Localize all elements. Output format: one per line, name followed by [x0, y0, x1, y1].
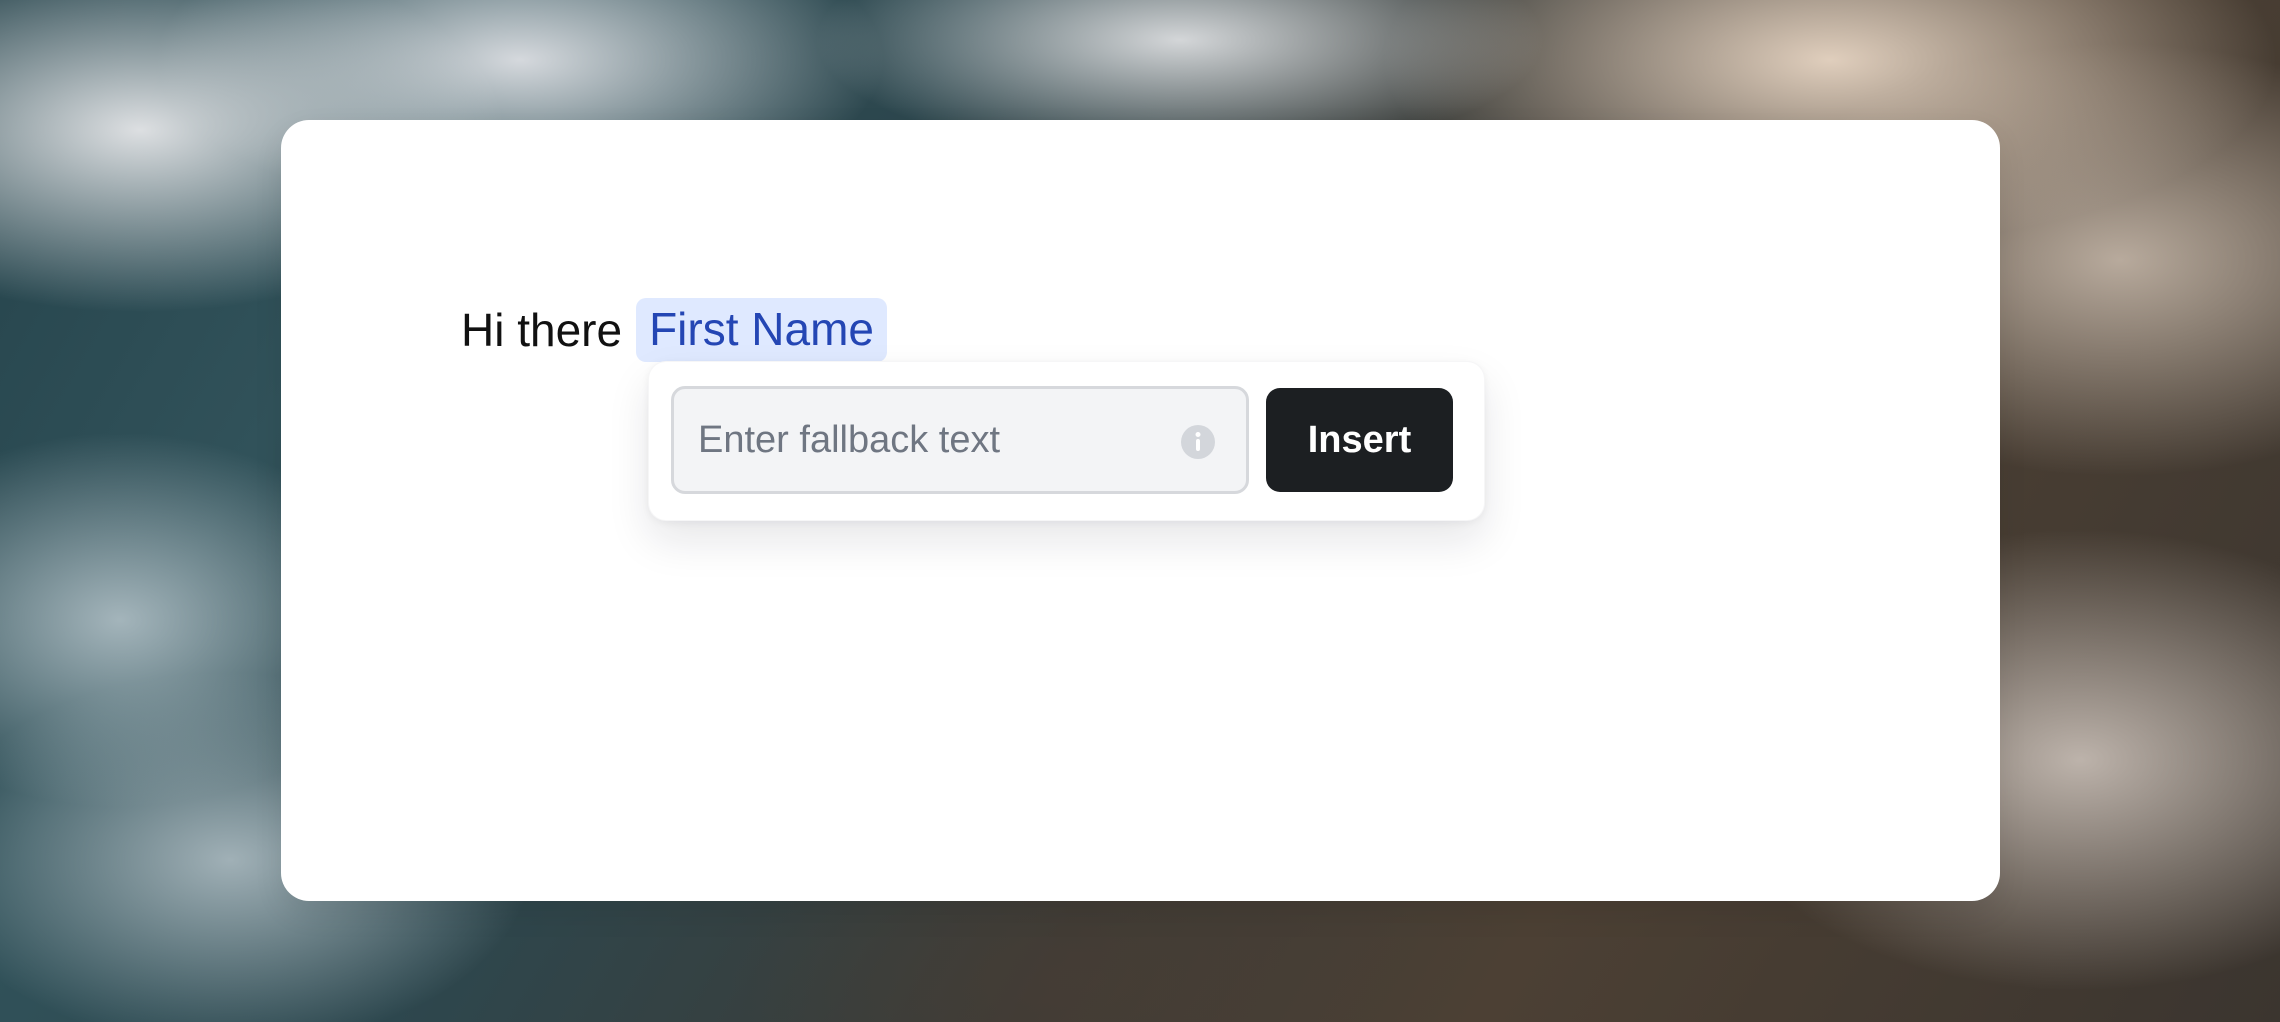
first-name-variable-chip[interactable]: First Name: [636, 298, 887, 362]
editor-text-line[interactable]: Hi there First Name: [461, 298, 887, 362]
insert-button[interactable]: Insert: [1266, 388, 1453, 492]
info-icon[interactable]: [1180, 424, 1216, 460]
fallback-text-input[interactable]: [698, 389, 1178, 491]
editor-card: Hi there First Name Insert: [281, 120, 2000, 901]
greeting-text: Hi there: [461, 304, 623, 356]
fallback-input-container: [671, 386, 1249, 494]
fallback-popover: Insert: [648, 361, 1485, 521]
